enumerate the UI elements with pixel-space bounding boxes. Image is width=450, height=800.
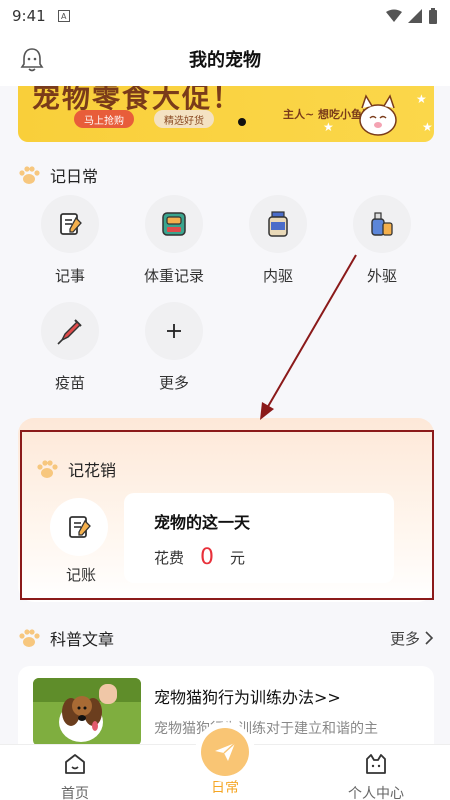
chevron-right-icon — [425, 631, 434, 645]
daily-item-label: 外驱 — [366, 267, 397, 285]
spending-title: 记花销 — [68, 461, 117, 480]
tab-label: 首页 — [61, 786, 89, 800]
status-time: 9:41 — [12, 7, 46, 25]
daily-cost-title: 宠物的这一天 — [154, 513, 251, 532]
promo-banner[interactable]: 宠物零食大促！ 马上抢购 精选好货 主人~ 想吃小鱼干! ★ ★ ★ — [18, 86, 434, 142]
banner-buy-button[interactable]: 马上抢购 — [74, 110, 134, 128]
tab-profile[interactable]: 个人中心 — [316, 745, 436, 800]
battery-icon — [429, 8, 437, 24]
wifi-icon — [386, 9, 402, 22]
more-label: 更多 — [389, 629, 420, 648]
banner-fine-button[interactable]: 精选好货 — [154, 110, 214, 128]
status-icons — [386, 8, 438, 24]
daily-title: 记日常 — [50, 167, 99, 186]
cost-value: 0 — [200, 545, 215, 570]
daily-item-more[interactable]: 更多 — [129, 302, 219, 393]
tab-label: 日常 — [211, 780, 239, 796]
paw-icon — [19, 166, 40, 184]
articles-header: 科普文章 更多 — [18, 626, 434, 650]
daily-item-label: 更多 — [158, 374, 189, 392]
daily-cost-card[interactable]: 宠物的这一天 花费 0 元 — [124, 493, 394, 583]
plus-icon — [145, 302, 203, 360]
notebook-icon — [50, 498, 108, 556]
daily-item-internal-deworm[interactable]: 内驱 — [233, 195, 323, 286]
star-icon: ★ — [323, 120, 334, 134]
cat-face-icon — [366, 754, 386, 774]
app-header: 我的宠物 — [0, 32, 450, 86]
star-icon: ★ — [422, 120, 433, 134]
article-title: 宠物猫狗行为训练办法>> — [154, 688, 341, 707]
bell-icon[interactable] — [18, 45, 46, 73]
page-title: 我的宠物 — [189, 50, 261, 71]
articles-section-title: 科普文章 — [18, 626, 114, 650]
paw-icon — [37, 460, 58, 478]
cost-unit: 元 — [230, 549, 246, 567]
notebook-icon — [41, 195, 99, 253]
daily-item-label: 疫苗 — [54, 374, 85, 392]
article-thumbnail — [33, 678, 141, 746]
medicine-bottle-icon — [249, 195, 307, 253]
status-bar: 9:41 A — [0, 0, 450, 32]
articles-title: 科普文章 — [50, 630, 115, 649]
account-button[interactable]: 记账 — [50, 498, 112, 585]
account-label: 记账 — [65, 566, 96, 584]
daily-fab-button[interactable] — [201, 728, 249, 776]
daily-item-label: 内驱 — [262, 267, 293, 285]
sim-icon: A — [57, 10, 70, 22]
article-description: 宠物猫狗行为训练对于建立和谐的主 — [154, 721, 378, 737]
daily-item-label: 体重记录 — [143, 267, 204, 285]
signal-icon — [408, 9, 422, 23]
daily-item-vaccine[interactable]: 疫苗 — [25, 302, 115, 393]
daily-item-notes[interactable]: 记事 — [25, 195, 115, 286]
daily-item-external-deworm[interactable]: 外驱 — [337, 195, 427, 286]
daily-section-title: 记日常 — [18, 163, 98, 187]
carousel-indicator — [238, 118, 246, 126]
spending-section-title: 记花销 — [36, 457, 116, 481]
star-icon: ★ — [416, 92, 427, 106]
syringe-icon — [41, 302, 99, 360]
home-icon — [65, 754, 85, 774]
tab-home[interactable]: 首页 — [15, 745, 135, 800]
paw-icon — [19, 629, 40, 647]
daily-item-weight[interactable]: 体重记录 — [129, 195, 219, 286]
daily-item-label: 记事 — [54, 267, 85, 285]
articles-more-link[interactable]: 更多 — [390, 628, 434, 649]
paper-plane-icon — [215, 742, 236, 761]
spray-bottle-icon — [353, 195, 411, 253]
tab-label: 个人中心 — [348, 786, 404, 800]
cost-label: 花费 — [154, 549, 185, 567]
cat-illustration-icon — [359, 94, 397, 136]
daily-cost-row: 花费 0 元 — [154, 545, 245, 570]
scale-icon — [145, 195, 203, 253]
